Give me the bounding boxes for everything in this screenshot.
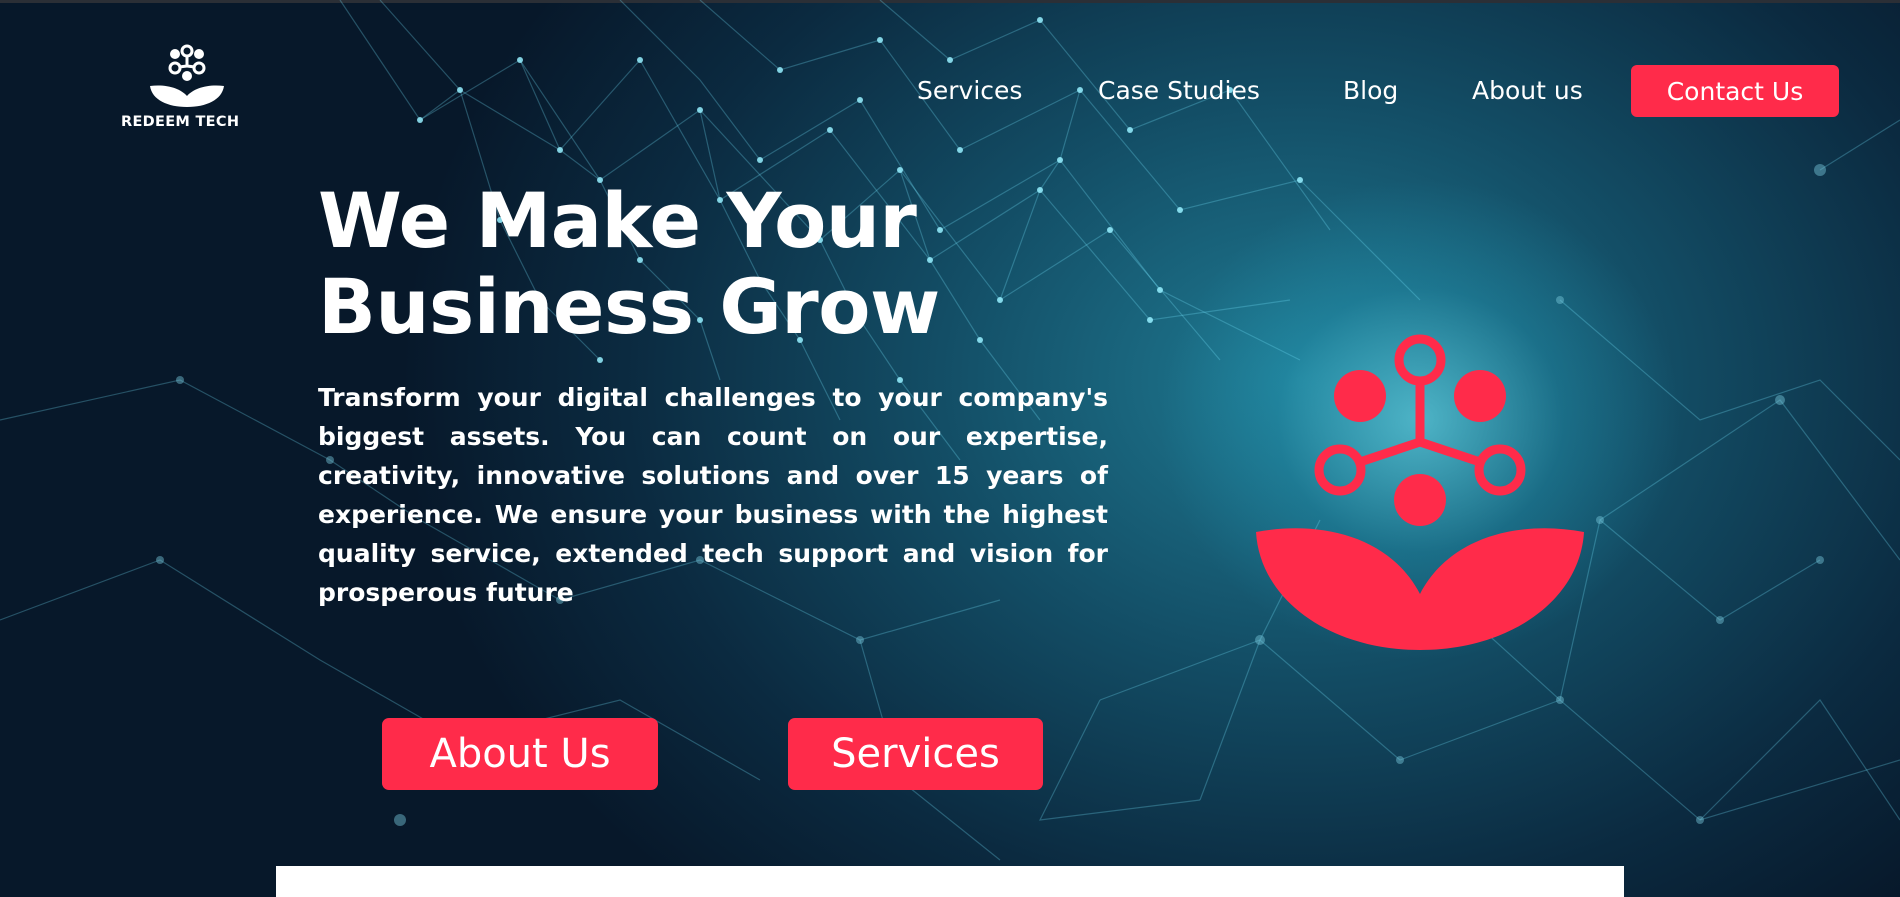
redeem-tech-logo-icon: [150, 44, 224, 107]
brand-name: REDEEM TECH: [121, 114, 240, 130]
hero-description: Transform your digital challenges to you…: [318, 383, 1108, 607]
about-us-button[interactable]: About Us: [382, 718, 658, 790]
hero-headline: We Make Your Business Grow: [318, 178, 1018, 350]
nav-link-about-us[interactable]: About us: [1472, 76, 1583, 105]
headline-line-2: Business Grow: [318, 262, 940, 351]
redeem-tech-emblem-icon: [1256, 334, 1584, 650]
nav-link-case-studies[interactable]: Case Studies: [1098, 76, 1260, 105]
nav-link-blog[interactable]: Blog: [1343, 76, 1398, 105]
nav-link-services[interactable]: Services: [917, 76, 1022, 105]
content-panel: [276, 866, 1624, 897]
headline-line-1: We Make Your: [318, 176, 917, 265]
services-button[interactable]: Services: [788, 718, 1043, 790]
contact-us-button[interactable]: Contact Us: [1631, 65, 1839, 117]
hero-section: REDEEM TECH Services Case Studies Blog A…: [0, 0, 1900, 897]
